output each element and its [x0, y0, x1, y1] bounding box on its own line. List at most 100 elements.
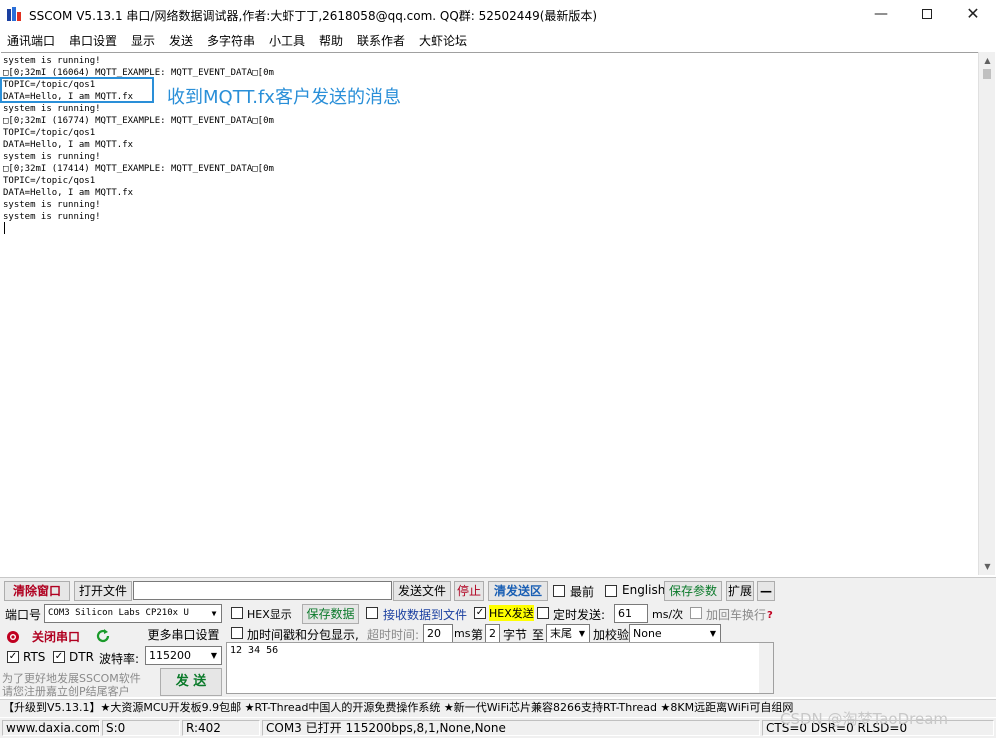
annotation-text: 收到MQTT.fx客户发送的消息 — [167, 87, 401, 108]
send-input-scrollbar[interactable] — [759, 643, 773, 693]
scroll-thumb[interactable] — [983, 69, 991, 79]
help-icon[interactable]: ? — [767, 610, 773, 621]
open-file-button[interactable]: 打开文件 — [74, 581, 132, 601]
english-checkbox[interactable] — [605, 585, 617, 597]
minimize-button[interactable]: — — [858, 0, 904, 30]
topmost-checkbox[interactable] — [553, 585, 565, 597]
rts-checkbox[interactable]: ✓ — [7, 651, 19, 663]
nth-label: 第 — [471, 628, 484, 642]
clear-send-button[interactable]: 清发送区 — [488, 581, 548, 601]
scroll-up-icon[interactable]: ▲ — [979, 52, 996, 69]
file-path-field[interactable] — [133, 581, 392, 600]
timed-send-checkbox[interactable] — [537, 607, 549, 619]
terminal-line: TOPIC=/topic/qos1 — [3, 176, 96, 186]
port-label: 端口号 — [5, 608, 42, 622]
terminal-line: system is running! — [3, 200, 101, 210]
ms-label: ms — [454, 627, 471, 640]
terminal-line: system is running! — [3, 152, 101, 162]
timestamp-checkbox[interactable] — [231, 627, 243, 639]
add-crlf-label: 加回车换行 — [706, 608, 767, 622]
dtr-label: DTR — [69, 650, 94, 664]
timed-send-label: 定时发送: — [553, 608, 606, 622]
port-status-icon — [7, 631, 19, 643]
website-link[interactable]: www.daxia.com — [2, 720, 100, 736]
save-params-button[interactable]: 保存参数 — [664, 581, 722, 601]
window-title: SSCOM V5.13.1 串口/网络数据调试器,作者:大虾丁丁,2618058… — [29, 9, 598, 23]
ms-per-label: ms/次 — [652, 608, 684, 621]
collapse-button[interactable]: — — [757, 581, 775, 601]
maximize-button[interactable] — [904, 0, 950, 30]
received-count: R:402 — [182, 720, 260, 736]
terminal-line: □[0;32mI (16774) MQTT_EXAMPLE: MQTT_EVEN… — [3, 116, 274, 126]
add-crlf-checkbox[interactable] — [690, 607, 702, 619]
baud-value: 115200 — [149, 649, 191, 662]
receive-terminal[interactable]: system is running! □[0;32mI (16064) MQTT… — [1, 52, 978, 575]
baud-select[interactable]: 115200 ▼ — [145, 646, 222, 665]
save-data-button[interactable]: 保存数据 — [302, 604, 359, 624]
recv-to-file-checkbox[interactable] — [366, 607, 378, 619]
timestamp-label: 加时间戳和分包显示, — [247, 628, 359, 642]
rts-label: RTS — [23, 650, 46, 664]
menu-display[interactable]: 显示 — [131, 32, 155, 49]
baud-label: 波特率: — [99, 652, 140, 666]
terminal-line: system is running! — [3, 56, 101, 66]
terminal-line: system is running! — [3, 104, 101, 114]
send-input[interactable]: 12 34 56 — [226, 642, 774, 694]
stop-button[interactable]: 停止 — [454, 581, 484, 601]
menu-tools[interactable]: 小工具 — [269, 32, 305, 49]
dropdown-arrow-icon: ▼ — [207, 605, 221, 622]
port-value: COM3 Silicon Labs CP210x U — [48, 608, 189, 618]
english-label: English — [622, 583, 666, 597]
scroll-down-icon[interactable]: ▼ — [979, 558, 996, 575]
menu-help[interactable]: 帮助 — [319, 32, 343, 49]
menu-forum[interactable]: 大虾论坛 — [419, 32, 467, 49]
terminal-scrollbar[interactable]: ▲ ▼ — [978, 52, 995, 575]
end-value: 末尾 — [550, 627, 572, 640]
to-label: 至 — [532, 628, 545, 642]
menu-contact-author[interactable]: 联系作者 — [357, 32, 405, 49]
recv-to-file-button[interactable]: 接收数据到文件 — [383, 606, 467, 623]
port-status: COM3 已打开 115200bps,8,1,None,None — [262, 720, 760, 736]
csdn-watermark: CSDN @淘梦TaoDream — [780, 710, 949, 728]
clear-window-button[interactable]: 清除窗口 — [4, 581, 70, 601]
end-select[interactable]: 末尾 ▼ — [546, 624, 590, 643]
hex-display-checkbox[interactable] — [231, 607, 243, 619]
dropdown-arrow-icon: ▼ — [706, 625, 720, 642]
menu-multi-string[interactable]: 多字符串 — [207, 32, 255, 49]
hex-display-label: HEX显示 — [247, 608, 292, 621]
send-button[interactable]: 发 送 — [160, 668, 222, 696]
byte-index-input[interactable]: 2 — [485, 624, 500, 643]
close-icon: ✕ — [966, 4, 980, 23]
title-bar: SSCOM V5.13.1 串口/网络数据调试器,作者:大虾丁丁,2618058… — [0, 0, 996, 30]
terminal-line: DATA=Hello, I am MQTT.fx — [3, 140, 134, 150]
maximize-icon — [922, 9, 932, 19]
menu-comm-port[interactable]: 通讯端口 — [7, 32, 55, 49]
terminal-line: □[0;32mI (17414) MQTT_EXAMPLE: MQTT_EVEN… — [3, 164, 274, 174]
menu-send[interactable]: 发送 — [169, 32, 193, 49]
send-file-button[interactable]: 发送文件 — [393, 581, 451, 601]
checksum-value: None — [633, 627, 662, 640]
close-port-button[interactable]: 关闭串口 — [24, 627, 88, 647]
timeout-input[interactable]: 20 — [423, 624, 453, 643]
sent-count: S:0 — [102, 720, 180, 736]
more-port-settings-button[interactable]: 更多串口设置 — [145, 625, 222, 645]
text-cursor — [4, 222, 5, 234]
refresh-icon[interactable] — [95, 628, 111, 644]
promo-line-2[interactable]: 请您注册嘉立创P结尾客户 — [2, 683, 130, 699]
hex-send-checkbox[interactable]: ✓ — [474, 607, 486, 619]
sscom-app-icon — [7, 7, 21, 21]
checksum-select[interactable]: None ▼ — [629, 624, 721, 643]
annotation-highlight-box — [0, 77, 154, 103]
port-select[interactable]: COM3 Silicon Labs CP210x U ▼ — [44, 604, 222, 623]
dtr-checkbox[interactable]: ✓ — [53, 651, 65, 663]
send-content: 12 34 56 — [230, 645, 279, 656]
menu-serial-settings[interactable]: 串口设置 — [69, 32, 117, 49]
dropdown-arrow-icon: ▼ — [207, 647, 221, 664]
timeout-label: 超时时间: — [367, 628, 420, 642]
byte-label: 字节 — [503, 628, 528, 642]
expand-button[interactable]: 扩展 — [726, 581, 754, 601]
menu-bar: 通讯端口 串口设置 显示 发送 多字符串 小工具 帮助 联系作者 大虾论坛 — [0, 30, 996, 50]
terminal-line: system is running! — [3, 212, 101, 222]
close-button[interactable]: ✕ — [950, 0, 996, 30]
timed-interval-input[interactable]: 61 — [614, 604, 648, 623]
